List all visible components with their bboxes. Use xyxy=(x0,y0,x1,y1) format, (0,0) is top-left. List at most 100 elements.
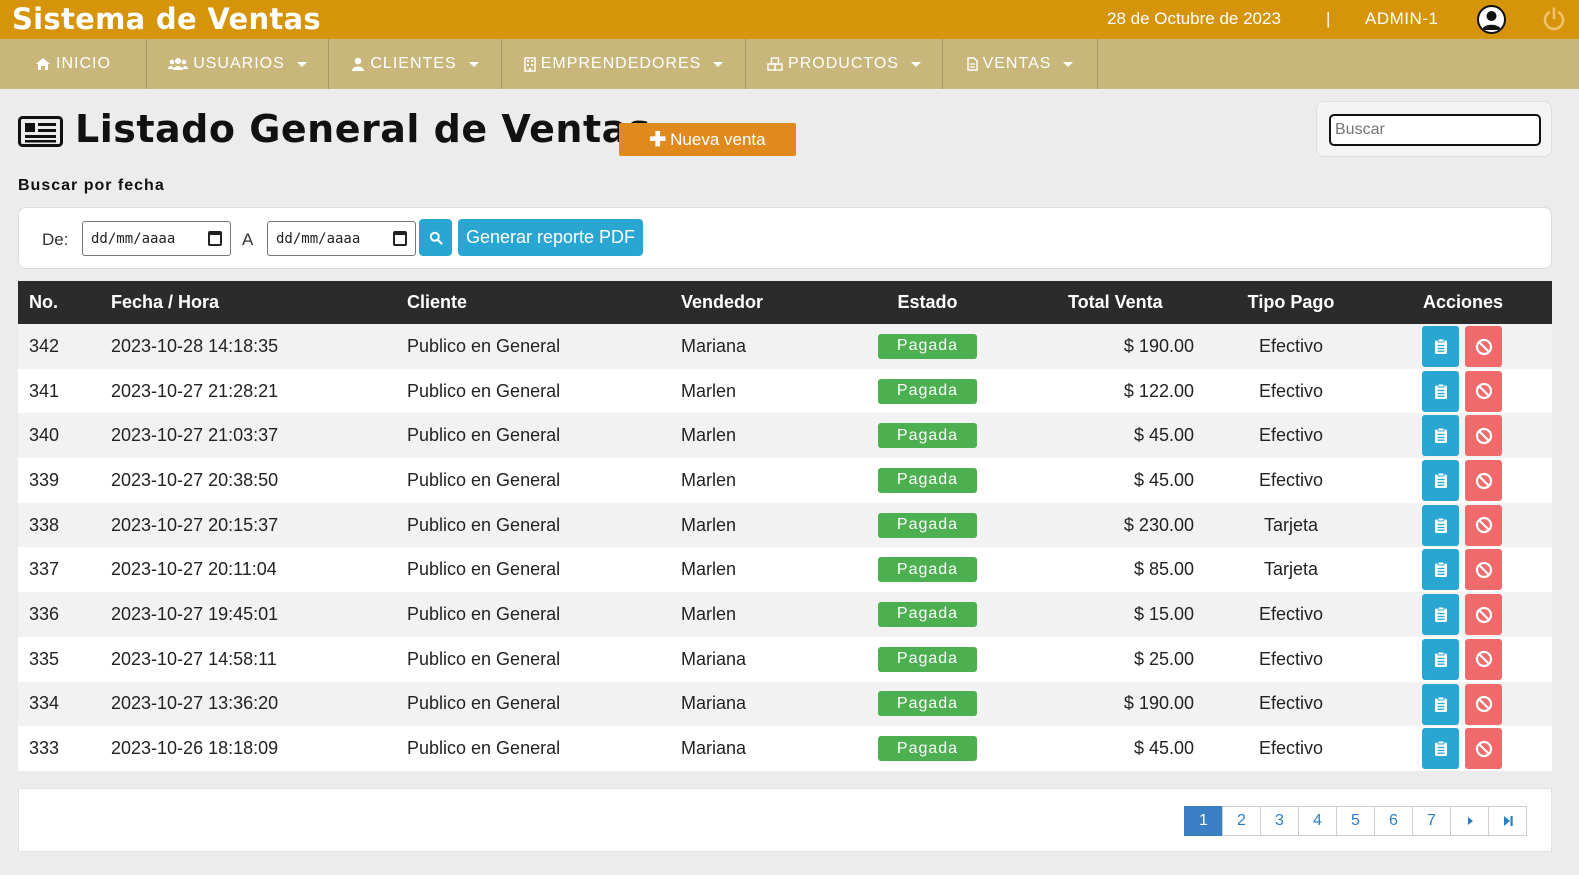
chevron-down-icon xyxy=(468,61,479,67)
cancel-sale-button[interactable] xyxy=(1465,728,1502,770)
nav-emprendedores[interactable]: EMPRENDEDORES xyxy=(502,39,746,89)
nav-usuarios[interactable]: USUARIOS xyxy=(147,39,329,89)
ban-icon xyxy=(1475,383,1492,400)
page-5-button[interactable]: 5 xyxy=(1336,806,1375,836)
cancel-sale-button[interactable] xyxy=(1465,504,1502,546)
cell-fecha: 2023-10-27 14:58:11 xyxy=(111,648,277,669)
user-name[interactable]: ADMIN-1 xyxy=(1365,9,1438,29)
nav-inicio[interactable]: INICIO xyxy=(0,39,147,89)
status-badge: Pagada xyxy=(878,601,977,627)
table-row: 339 2023-10-27 20:38:50 Publico en General… xyxy=(18,458,1552,503)
clipboard-icon xyxy=(1434,651,1447,667)
page-4-button[interactable]: 4 xyxy=(1298,806,1337,836)
cell-tipo-pago: Efectivo xyxy=(1258,693,1324,714)
to-date-input[interactable]: dd/mm/aaaa xyxy=(267,221,416,256)
status-badge: Pagada xyxy=(878,333,977,359)
cell-cliente: Publico en General xyxy=(407,738,561,759)
cell-estado: Pagada xyxy=(878,637,977,682)
chevron-down-icon xyxy=(713,61,724,67)
next-page-button[interactable] xyxy=(1450,806,1489,836)
new-sale-label: Nueva venta xyxy=(670,129,766,149)
last-page-button[interactable] xyxy=(1488,806,1527,836)
clipboard-icon xyxy=(1434,517,1447,533)
nav-clientes[interactable]: CLIENTES xyxy=(329,39,502,89)
to-label: A xyxy=(242,230,254,249)
clipboard-icon xyxy=(1434,696,1447,712)
generate-pdf-button[interactable]: Generar reporte PDF xyxy=(458,219,643,256)
cell-vendedor: Marlen xyxy=(681,603,737,624)
page-2-button[interactable]: 2 xyxy=(1222,806,1261,836)
table-row: 338 2023-10-27 20:15:37 Publico en General… xyxy=(18,502,1552,548)
view-detail-button[interactable] xyxy=(1422,683,1459,725)
view-detail-button[interactable] xyxy=(1422,549,1459,591)
nav-label-clientes: CLIENTES xyxy=(370,55,457,72)
caret-right-icon xyxy=(1467,817,1473,825)
nav-label-inicio: INICIO xyxy=(56,55,111,72)
cancel-sale-button[interactable] xyxy=(1465,549,1502,591)
nav-label-emprendedores: EMPRENDEDORES xyxy=(540,55,702,72)
status-badge: Pagada xyxy=(878,691,977,717)
cell-no: 340 xyxy=(29,425,60,446)
cancel-sale-button[interactable] xyxy=(1465,415,1502,457)
table-row: 334 2023-10-27 13:36:20 Publico en General… xyxy=(18,681,1552,727)
cancel-sale-button[interactable] xyxy=(1465,683,1502,725)
date-search-button[interactable] xyxy=(419,219,452,256)
cell-cliente: Publico en General xyxy=(407,335,561,356)
col-header-tipo-pago: Tipo Pago xyxy=(1247,292,1335,312)
calendar-icon[interactable] xyxy=(393,231,407,246)
status-badge: Pagada xyxy=(878,646,977,672)
new-sale-button[interactable]: ✚ Nueva venta xyxy=(619,123,796,156)
cell-cliente: Publico en General xyxy=(407,648,561,669)
page-6-button[interactable]: 6 xyxy=(1374,806,1413,836)
user-avatar-icon[interactable] xyxy=(1477,5,1506,34)
cell-cliente: Publico en General xyxy=(407,380,561,401)
cell-tipo-pago: Tarjeta xyxy=(1263,559,1319,580)
nav-label-ventas: VENTAS xyxy=(982,55,1052,72)
nav-ventas[interactable]: VENTAS xyxy=(943,39,1098,89)
cancel-sale-button[interactable] xyxy=(1465,370,1502,412)
view-detail-button[interactable] xyxy=(1422,326,1459,367)
col-header-cliente: Cliente xyxy=(407,292,468,312)
cancel-sale-button[interactable] xyxy=(1465,638,1502,680)
cell-no: 337 xyxy=(29,559,60,580)
from-date-input[interactable]: dd/mm/aaaa xyxy=(82,221,231,256)
cancel-sale-button[interactable] xyxy=(1465,326,1502,367)
cell-cliente: Publico en General xyxy=(407,559,561,580)
cell-total: $ 15.00 xyxy=(1133,603,1194,624)
cell-total: $ 45.00 xyxy=(1133,469,1194,490)
cell-fecha: 2023-10-27 20:38:50 xyxy=(111,469,279,490)
calendar-icon[interactable] xyxy=(208,231,222,246)
view-detail-button[interactable] xyxy=(1422,504,1459,546)
from-date-value: dd/mm/aaaa xyxy=(91,230,176,247)
page-3-button[interactable]: 3 xyxy=(1260,806,1299,836)
cancel-sale-button[interactable] xyxy=(1465,594,1502,636)
cancel-sale-button[interactable] xyxy=(1465,460,1502,502)
cell-no: 333 xyxy=(29,738,60,759)
cell-total: $ 122.00 xyxy=(1123,380,1194,401)
nav-label-productos: PRODUCTOS xyxy=(788,55,899,72)
view-detail-button[interactable] xyxy=(1422,415,1459,457)
cell-no: 339 xyxy=(29,469,60,490)
cell-fecha: 2023-10-28 14:18:35 xyxy=(111,335,279,356)
table-header: No. Fecha / Hora Cliente Vendedor Estado… xyxy=(18,281,1552,324)
view-detail-button[interactable] xyxy=(1422,728,1459,770)
view-detail-button[interactable] xyxy=(1422,594,1459,636)
power-icon[interactable] xyxy=(1541,6,1567,32)
search-input[interactable] xyxy=(1329,114,1541,146)
page-7-button[interactable]: 7 xyxy=(1412,806,1451,836)
view-detail-button[interactable] xyxy=(1422,638,1459,680)
page-1-button[interactable]: 1 xyxy=(1184,806,1223,836)
clipboard-icon xyxy=(1434,383,1447,399)
table-body: 342 2023-10-28 14:18:35 Publico en General… xyxy=(18,324,1552,771)
view-detail-button[interactable] xyxy=(1422,460,1459,502)
col-header-vendedor: Vendedor xyxy=(681,292,764,312)
cell-tipo-pago: Efectivo xyxy=(1258,335,1324,356)
nav-productos[interactable]: PRODUCTOS xyxy=(746,39,943,89)
cell-tipo-pago: Efectivo xyxy=(1258,648,1324,669)
clipboard-icon xyxy=(1434,427,1447,444)
cell-no: 338 xyxy=(29,514,60,535)
chevron-down-icon xyxy=(1063,61,1074,67)
view-detail-button[interactable] xyxy=(1422,370,1459,412)
table-row: 333 2023-10-26 18:18:09 Publico en General… xyxy=(18,726,1552,771)
step-forward-icon xyxy=(1503,816,1513,826)
